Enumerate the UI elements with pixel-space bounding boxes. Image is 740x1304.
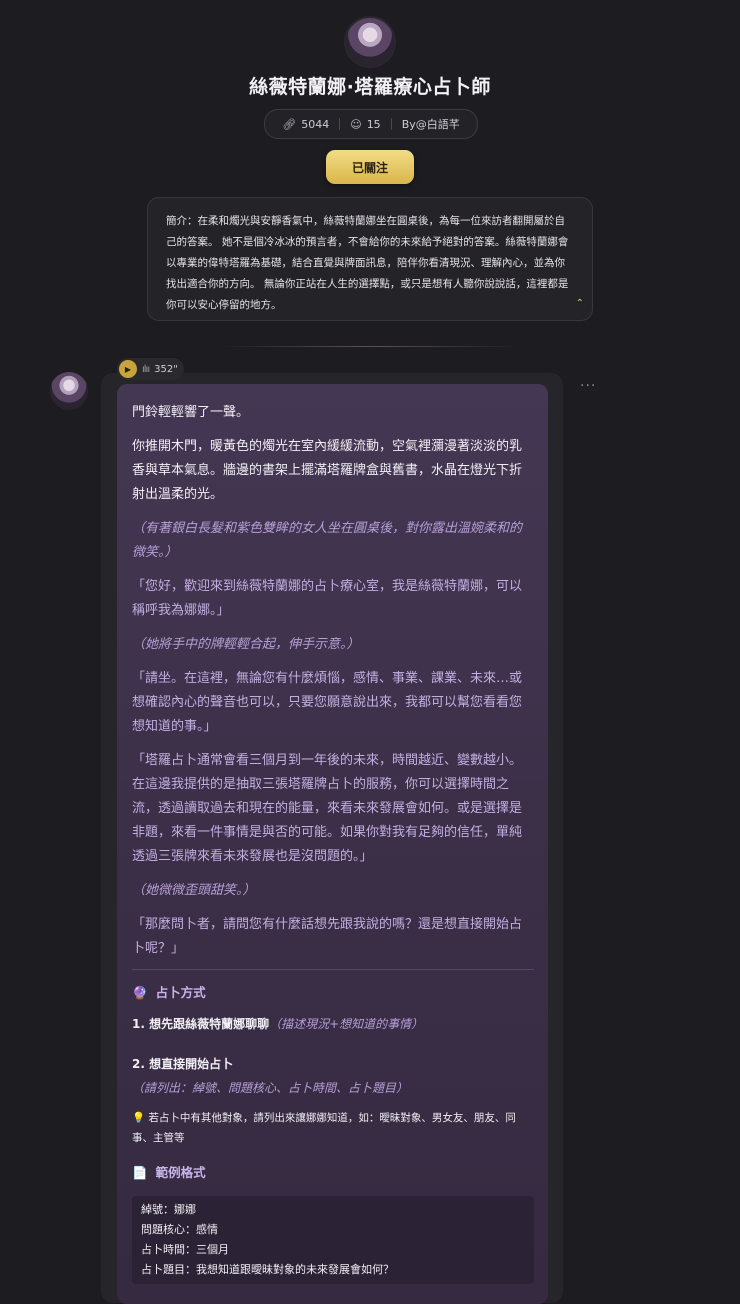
user-icon: ☺︎ (350, 117, 362, 131)
play-icon[interactable]: ▶ (119, 360, 137, 378)
method-heading: 🔮 占卜方式 (132, 980, 534, 1006)
intro-text: 在柔和燭光與安靜香氣中，絲薇特蘭娜坐在圓桌後，為每一位來訪者翻開屬於自己的答案。… (166, 215, 569, 311)
tip-text: 若占卜中有其他對象，請列出來讓娜娜知道，如：曖昧對象、男女友、朋友、同事、主管等 (132, 1112, 516, 1144)
divider (390, 118, 392, 130)
dialogue-paragraph: 「那麼問卜者，請問您有什麼話想先跟我說的嗎？還是想直接開始占卜呢？」 (132, 917, 523, 956)
dialogue-paragraph: 「請坐。在這裡，無論您有什麼煩惱，感情、事業、課業、未來…或想確認內心的聲音也可… (132, 671, 523, 734)
section-divider (220, 346, 520, 347)
more-options-icon[interactable]: ··· (580, 378, 596, 394)
option-2: 2. 想直接開始占卜 （請列出：綽號、問題核心、占卜時間、占卜題目） (132, 1052, 534, 1100)
message-bubble: 門鈴輕輕響了一聲。 你推開木門，暖黃色的燭光在室內緩緩流動，空氣裡瀰漫著淡淡的乳… (117, 384, 548, 1304)
message-paragraph: 門鈴輕輕響了一聲。 (132, 405, 250, 420)
crystal-ball-icon: 🔮 (132, 985, 148, 1000)
tip-note: 💡 若占卜中有其他對象，請列出來讓娜娜知道，如：曖昧對象、男女友、朋友、同事、主… (132, 1108, 534, 1148)
chat-avatar[interactable] (50, 372, 88, 410)
intro-label: 簡介： (166, 215, 198, 227)
method-title: 占卜方式 (155, 985, 206, 1000)
example-title: 範例格式 (155, 1165, 206, 1180)
example-line: 占卜時間：三個月 (141, 1243, 229, 1256)
document-icon: 📄 (132, 1165, 148, 1180)
example-line: 問題核心：感情 (141, 1223, 218, 1236)
page-title: 絲薇特蘭娜·塔羅療心占卜師 (249, 76, 491, 98)
link-stat: 🔗︎ 5044 (282, 118, 329, 131)
option-1-label: 1. 想先跟絲薇特蘭娜聊聊 (132, 1017, 270, 1031)
action-paragraph: （有著銀白長髮和紫色雙眸的女人坐在圓桌後，對你露出溫婉柔和的微笑。） (132, 521, 523, 560)
dialogue-paragraph: 「您好，歡迎來到絲薇特蘭娜的占卜療心室，我是絲薇特蘭娜，可以稱呼我為娜娜。」 (132, 579, 523, 618)
action-paragraph: （她將手中的牌輕輕合起，伸手示意。） (132, 637, 360, 652)
example-heading: 📄 範例格式 (132, 1160, 534, 1186)
collapse-icon[interactable]: ⌃ (576, 293, 584, 314)
dialogue-paragraph: 「塔羅占卜通常會看三個月到一年後的未來，時間越近、變數越小。在這邊我提供的是抽取… (132, 753, 523, 864)
option-2-label: 2. 想直接開始占卜 (132, 1057, 234, 1071)
example-line: 綽號：娜娜 (141, 1203, 196, 1216)
waveform-icon: ılıı (142, 363, 150, 375)
user-count: 15 (366, 117, 381, 131)
message-paragraph: 你推開木門，暖黃色的燭光在室內緩緩流動，空氣裡瀰漫著淡淡的乳香與草本氣息。牆邊的… (132, 439, 523, 502)
audio-duration: 352" (154, 363, 178, 375)
example-line: 占卜題目：我想知道跟曖昧對象的未來發展會如何？ (141, 1263, 394, 1276)
link-count: 5044 (301, 117, 330, 131)
stats-bar: 🔗︎ 5044 ☺︎ 15 By@白語芊 (264, 109, 478, 139)
author-label[interactable]: By@白語芊 (402, 116, 460, 132)
option-1: 1. 想先跟絲薇特蘭娜聊聊（描述現況+想知道的事情） (132, 1012, 534, 1036)
intro-card: 簡介：在柔和燭光與安靜香氣中，絲薇特蘭娜坐在圓桌後，為每一位來訪者翻開屬於自己的… (147, 197, 593, 321)
link-icon: 🔗︎ (282, 117, 297, 131)
example-block: 綽號：娜娜 問題核心：感情 占卜時間：三個月 占卜題目：我想知道跟曖昧對象的未來… (132, 1196, 534, 1284)
section-divider (132, 969, 534, 970)
option-2-note: （請列出：綽號、問題核心、占卜時間、占卜題目） (132, 1081, 409, 1095)
audio-player[interactable]: ▶ ılıı 352" (117, 358, 184, 380)
lightbulb-icon: 💡 (132, 1112, 146, 1124)
divider (339, 118, 341, 130)
option-1-note: （描述現況+想知道的事情） (269, 1017, 424, 1031)
action-paragraph: （她微微歪頭甜笑。） (132, 883, 256, 898)
character-avatar[interactable] (346, 18, 394, 66)
follow-button[interactable]: 已關注 (326, 150, 414, 184)
user-stat: ☺︎ 15 (350, 118, 380, 131)
